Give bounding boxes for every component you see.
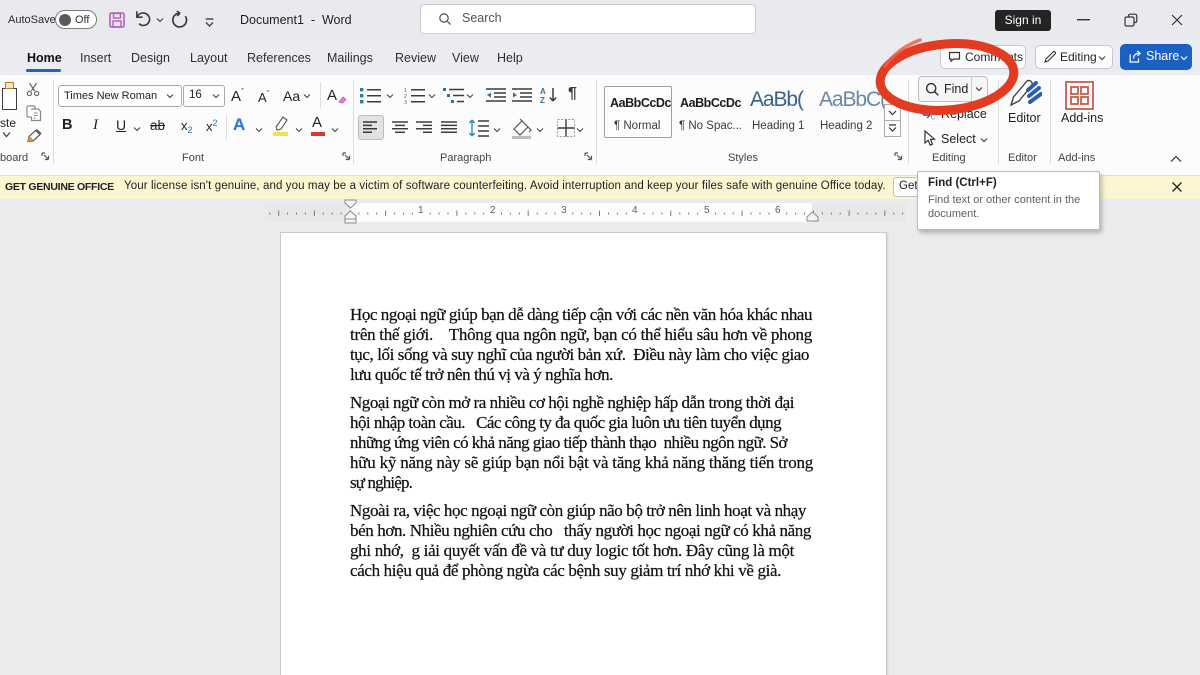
svg-text:Z: Z xyxy=(540,96,545,105)
svg-text:A: A xyxy=(540,87,546,96)
svg-text:3: 3 xyxy=(404,100,407,105)
